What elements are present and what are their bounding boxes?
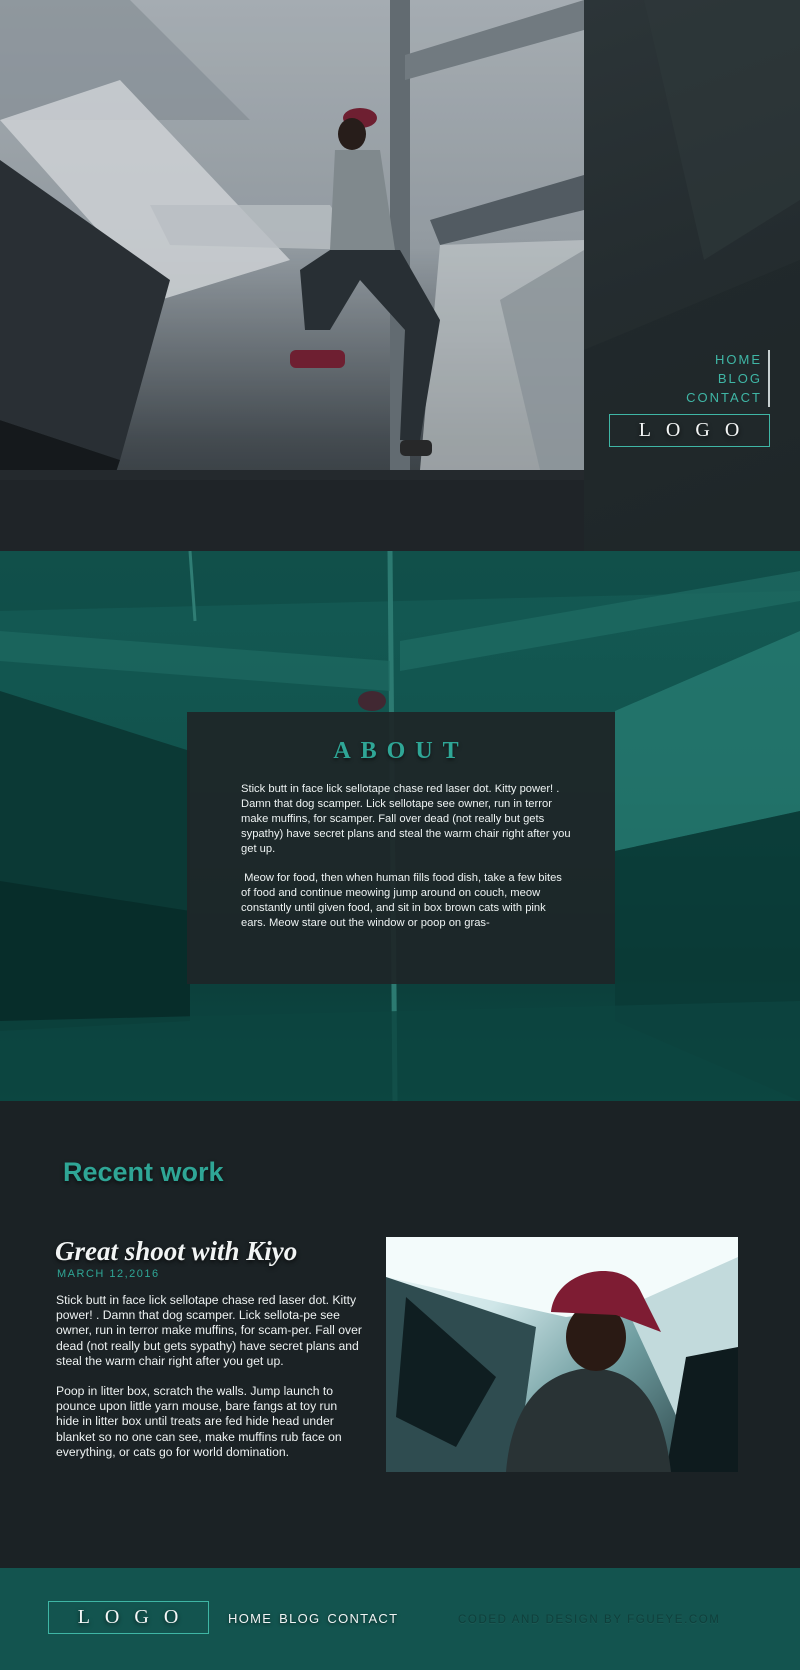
recent-work-heading: Recent work xyxy=(63,1157,224,1187)
post-body: Stick butt in face lick sellotape chase … xyxy=(56,1293,362,1475)
post-date: MARCH 12,2016 xyxy=(57,1268,160,1280)
hero-sidebar xyxy=(584,0,800,551)
about-title: ABOUT xyxy=(333,738,469,764)
post-paragraph: Poop in litter box, scratch the walls. J… xyxy=(56,1384,342,1459)
post-title[interactable]: Great shoot with Kiyo xyxy=(55,1236,297,1267)
main-nav: HOME BLOG CONTACT xyxy=(686,350,770,407)
nav-blog-link[interactable]: BLOG xyxy=(686,369,762,388)
footer-nav-blog-link[interactable]: BLOG xyxy=(279,1611,320,1626)
recent-work-section: Recent work Great shoot with Kiyo MARCH … xyxy=(0,1101,800,1568)
about-paragraph: Meow for food, then when human fills foo… xyxy=(241,872,565,929)
hero-photo xyxy=(0,0,584,551)
post-image[interactable] xyxy=(386,1237,738,1472)
footer-credit: CODED AND DESIGN BY FGUEYE.COM xyxy=(458,1614,721,1626)
footer-nav-contact-link[interactable]: CONTACT xyxy=(327,1611,398,1626)
about-paragraph: Stick butt in face lick sellotape chase … xyxy=(241,783,574,855)
about-text: Stick butt in face lick sellotape chase … xyxy=(241,782,571,945)
nav-contact-link[interactable]: CONTACT xyxy=(686,388,762,407)
hero-section: HOME BLOG CONTACT LOGO xyxy=(0,0,800,551)
about-card: ABOUT Stick butt in face lick sellotape … xyxy=(187,712,615,984)
footer-nav-home-link[interactable]: HOME xyxy=(228,1611,272,1626)
sidebar-texture xyxy=(584,0,800,551)
post-image-art xyxy=(386,1237,738,1472)
about-section: ABOUT Stick butt in face lick sellotape … xyxy=(0,551,800,1101)
footer-logo[interactable]: LOGO xyxy=(48,1601,209,1634)
footer: LOGO HOME BLOG CONTACT CODED AND DESIGN … xyxy=(0,1568,800,1670)
header-logo[interactable]: LOGO xyxy=(609,414,770,447)
hero-photo-art xyxy=(0,0,584,551)
footer-nav: HOME BLOG CONTACT xyxy=(228,1611,400,1626)
post-paragraph: Stick butt in face lick sellotape chase … xyxy=(56,1293,362,1368)
nav-home-link[interactable]: HOME xyxy=(686,350,762,369)
